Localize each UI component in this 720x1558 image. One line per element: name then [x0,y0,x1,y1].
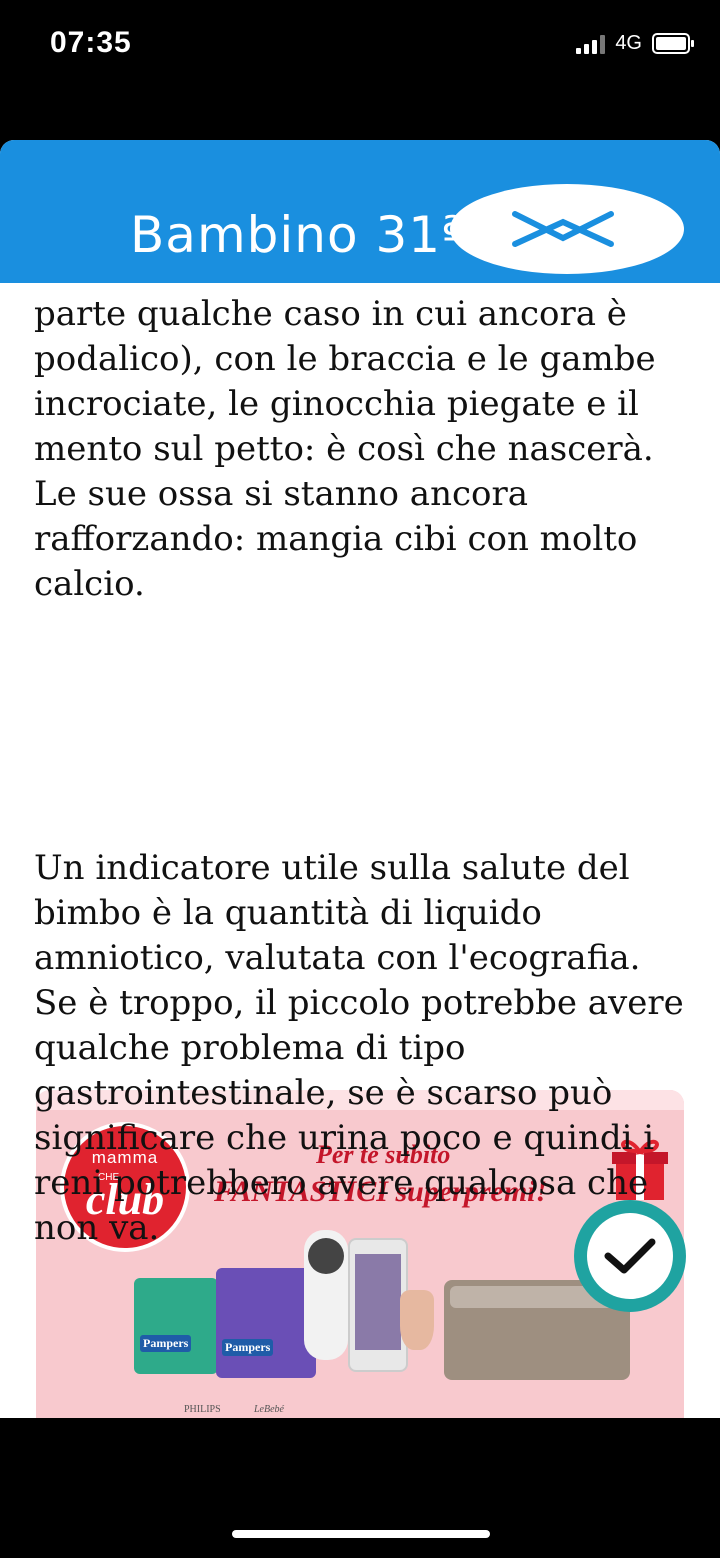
battery-icon [652,33,694,54]
pendant-image [400,1290,434,1350]
check-icon [604,1238,656,1274]
close-button[interactable] [450,184,684,274]
brand-logos-row: PHILIPS LeBebé [36,1404,684,1418]
article-paragraph: Un indicatore utile sulla salute del bim… [34,848,684,1248]
home-indicator[interactable] [232,1530,490,1538]
brand-logo: PHILIPS [184,1404,221,1415]
close-icon [512,211,614,247]
status-bar: 07:35 4G [0,0,720,90]
article-paragraph: parte qualche caso in cui ancora è podal… [34,294,656,604]
diaper-pack-image: Pampers [216,1268,316,1378]
diaper-pack-image: Pampers [134,1278,218,1374]
confirm-button[interactable] [574,1200,686,1312]
header-bar: Bambino 31ª [0,140,720,283]
signal-icon [576,34,606,54]
status-indicators: 4G [576,32,694,55]
status-time: 07:35 [50,26,132,59]
smartphone-image [348,1238,408,1372]
brand-logo: LeBebé [254,1404,284,1415]
network-type: 4G [615,32,642,54]
page-title: Bambino 31ª [130,206,466,264]
